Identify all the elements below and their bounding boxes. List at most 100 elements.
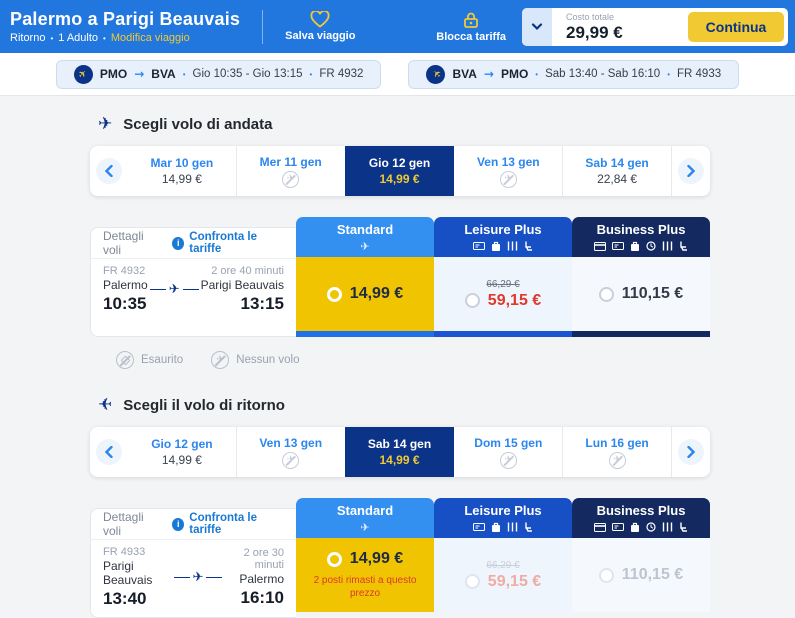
passenger-count-label: 1 Adulto: [58, 32, 98, 44]
save-trip-label: Salva viaggio: [285, 30, 355, 42]
outbound-times: Gio 10:35 - Gio 13:15: [193, 68, 303, 80]
plane-icon: ✈: [98, 395, 112, 415]
boarding-pass-icon: [473, 522, 485, 532]
seats-icon: [662, 241, 673, 251]
flight-info-row: FR 4932 Palermo 10:35 ✈ 2 ore 40 minuti …: [91, 259, 296, 314]
trip-type-label: Ritorno: [10, 32, 45, 44]
departure-info: FR 4932 Palermo 10:35: [103, 265, 148, 314]
leisure-column-header[interactable]: Leisure Plus: [434, 498, 572, 538]
carousel-prev-button[interactable]: [90, 427, 128, 477]
date-option-no-flight[interactable]: Mer 11 gen ✈: [236, 146, 345, 196]
no-flight-icon: ✈: [282, 171, 299, 188]
boarding-pass-icon: [612, 241, 624, 251]
outbound-fare-table: Dettagli voli i Confronta le tariffe FR …: [90, 217, 710, 337]
chevron-left-icon: [105, 446, 113, 458]
bag-icon: [491, 522, 501, 533]
date-option-no-flight[interactable]: Ven 13 gen ✈: [236, 427, 345, 477]
radio-selected-icon[interactable]: [327, 552, 342, 567]
return-section-heading: ✈ Scegli il volo di ritorno: [98, 395, 710, 415]
outbound-date-carousel: Mar 10 gen 14,99 € Mer 11 gen ✈ Gio 12 g…: [90, 146, 710, 196]
business-fare-option-disabled[interactable]: 110,15 €: [572, 538, 710, 612]
seat-icon: [524, 241, 534, 251]
date-option[interactable]: Gio 12 gen 14,99 €: [128, 427, 236, 477]
lock-icon: [462, 11, 480, 29]
seat-icon: [524, 522, 534, 532]
old-price: 66,29 €: [486, 560, 519, 571]
legend-sold-out: Esaurito: [116, 351, 183, 369]
date-option-selected[interactable]: Sab 14 gen 14,99 €: [345, 427, 454, 477]
leisure-fare-option-disabled[interactable]: 66,29 € 59,15 €: [434, 538, 572, 612]
header-divider: [262, 10, 263, 44]
date-option[interactable]: Sab 14 gen 22,84 €: [562, 146, 671, 196]
fare-lock-button[interactable]: Blocca tariffa: [436, 11, 506, 43]
leisure-column-header[interactable]: Leisure Plus: [434, 217, 572, 257]
total-cost-value: 29,99 €: [566, 23, 670, 43]
details-label: Dettagli voli: [103, 510, 160, 538]
credit-card-icon: [594, 523, 606, 532]
return-fare-table: Dettagli voli i Confronta le tariffe FR …: [90, 498, 710, 618]
credit-card-icon: [594, 242, 606, 251]
compare-fares-link[interactable]: i Confronta le tariffe: [172, 231, 284, 255]
fare-column-standard: Standard ✈ 14,99 €: [296, 217, 434, 337]
standard-column-header[interactable]: Standard ✈: [296, 217, 434, 257]
compare-fares-link[interactable]: i Confronta le tariffe: [172, 512, 284, 536]
radio-icon[interactable]: [465, 293, 480, 308]
dot-separator: •: [183, 70, 186, 79]
radio-icon[interactable]: [599, 568, 614, 583]
plane-badge-icon: ✈: [426, 65, 445, 84]
arrival-info: 2 ore 30 minuti Palermo 16:10: [222, 547, 284, 608]
continue-button[interactable]: Continua: [688, 12, 784, 42]
carousel-prev-button[interactable]: [90, 146, 128, 196]
fare-lock-label: Blocca tariffa: [436, 31, 506, 43]
carousel-next-button[interactable]: [671, 146, 710, 196]
dot-separator: •: [50, 34, 53, 43]
business-column-header[interactable]: Business Plus: [572, 217, 710, 257]
flight-path-icon: ✈: [174, 570, 223, 585]
outbound-heading-text: Scegli volo di andata: [123, 116, 272, 133]
seats-icon: [507, 241, 518, 251]
business-fare-option[interactable]: 110,15 €: [572, 257, 710, 331]
bag-icon: [630, 522, 640, 533]
standard-fare-option-selected[interactable]: 14,99 € 2 posti rimasti a questo prezzo: [296, 538, 434, 612]
origin-code: BVA: [452, 67, 476, 81]
no-flight-icon: ✈: [609, 452, 626, 469]
seats-left-warning: 2 posti rimasti a questo prezzo: [305, 574, 425, 600]
modify-trip-link[interactable]: Modifica viaggio: [111, 32, 190, 44]
radio-icon[interactable]: [465, 574, 480, 589]
top-header: Palermo a Parigi Beauvais Ritorno • 1 Ad…: [0, 0, 795, 53]
outbound-flight-pill: ✈ PMO → BVA • Gio 10:35 - Gio 13:15 • FR…: [56, 60, 382, 89]
flight-details-card: Dettagli voli i Confronta le tariffe FR …: [90, 508, 296, 618]
route-arrow-icon: →: [134, 67, 144, 81]
date-option-no-flight[interactable]: Ven 13 gen ✈: [453, 146, 562, 196]
date-option-no-flight[interactable]: Lun 16 gen ✈: [562, 427, 671, 477]
plane-icon: ✈: [360, 240, 369, 253]
leisure-fare-option[interactable]: 66,29 € 59,15 €: [434, 257, 572, 331]
return-heading-text: Scegli il volo di ritorno: [123, 397, 285, 414]
details-header: Dettagli voli i Confronta le tariffe: [91, 509, 296, 540]
plane-badge-icon: ✈: [74, 65, 93, 84]
flight-details-card: Dettagli voli i Confronta le tariffe FR …: [90, 227, 296, 337]
radio-selected-icon[interactable]: [327, 287, 342, 302]
standard-column-header[interactable]: Standard ✈: [296, 498, 434, 538]
save-trip-button[interactable]: Salva viaggio: [285, 11, 355, 42]
fare-column-business: Business Plus 110,15 €: [572, 498, 710, 618]
column-accent-strip: [434, 331, 572, 337]
business-column-header[interactable]: Business Plus: [572, 498, 710, 538]
info-icon: i: [172, 237, 184, 250]
chevron-right-icon: [687, 165, 695, 177]
date-option-selected[interactable]: Gio 12 gen 14,99 €: [345, 146, 454, 196]
carousel-next-button[interactable]: [671, 427, 710, 477]
total-cost-panel: Costo totale 29,99 € Continua: [522, 8, 788, 46]
flight-path-icon: ✈: [150, 282, 199, 297]
availability-legend: Esaurito ✈ Nessun volo: [116, 351, 710, 369]
date-option[interactable]: Mar 10 gen 14,99 €: [128, 146, 236, 196]
price-breakdown-toggle[interactable]: [522, 8, 552, 46]
return-flight-number: FR 4933: [677, 68, 721, 80]
heart-icon: [310, 11, 330, 28]
flight-selection-main: ✈ Scegli volo di andata Mar 10 gen 14,99…: [90, 114, 710, 618]
date-option-no-flight[interactable]: Dom 15 gen ✈: [453, 427, 562, 477]
radio-icon[interactable]: [599, 287, 614, 302]
no-flight-icon: ✈: [500, 171, 517, 188]
standard-fare-option-selected[interactable]: 14,99 €: [296, 257, 434, 331]
selected-flights-bar: ✈ PMO → BVA • Gio 10:35 - Gio 13:15 • FR…: [0, 53, 795, 96]
